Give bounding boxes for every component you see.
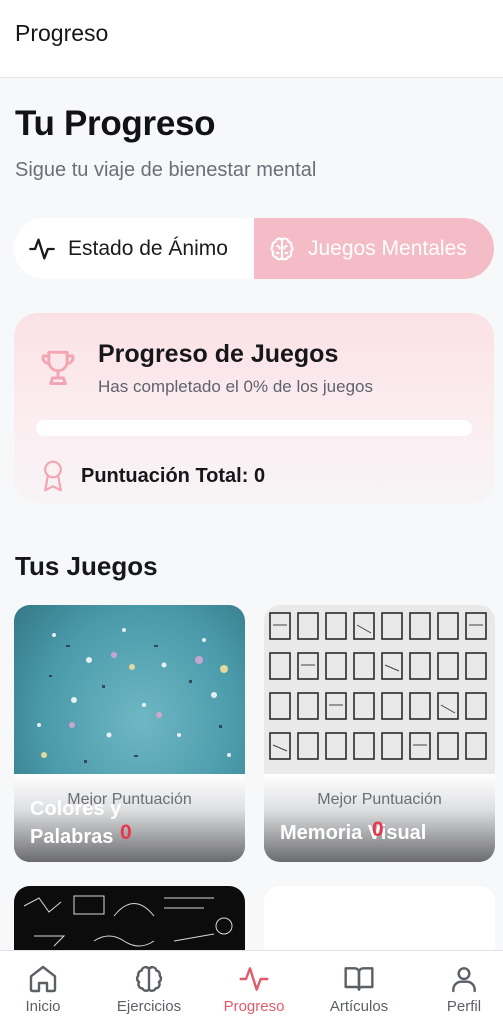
tab-label: Inicio: [25, 998, 61, 1015]
games-progress-bar: [36, 420, 472, 436]
chalkboard-image: [23, 895, 233, 947]
activity-icon: [239, 967, 269, 991]
top-bar: Progreso: [0, 0, 503, 78]
sketch-grid-image: [269, 612, 487, 760]
home-icon: [29, 965, 57, 993]
view-segmented-control: Estado de Ánimo Juegos Mentales: [14, 218, 494, 279]
tab-progreso[interactable]: Progreso: [204, 951, 304, 1024]
games-section-title: Tus Juegos: [15, 551, 158, 581]
game-name: Memoria Visual: [280, 822, 427, 844]
confetti-image: [37, 628, 231, 763]
medal-icon: [44, 460, 62, 492]
best-score-value: 0: [372, 818, 384, 841]
tab-label: Artículos: [329, 998, 389, 1015]
tab-label: Perfil: [446, 998, 482, 1015]
tab-perfil[interactable]: Perfil: [414, 951, 503, 1024]
tab-label: Ejercicios: [116, 998, 182, 1015]
game-name: Colores y Palabras: [30, 798, 122, 848]
tab-mind-games[interactable]: Juegos Mentales: [254, 218, 494, 279]
games-progress-subtitle: Has completado el 0% de los juegos: [98, 377, 373, 396]
brain-icon: [270, 237, 294, 260]
best-score-value: 0: [120, 821, 132, 844]
user-icon: [452, 967, 476, 993]
total-score: Puntuación Total: 0: [81, 465, 266, 487]
tab-ejercicios[interactable]: Ejercicios: [99, 951, 199, 1024]
bottom-tab-bar: Inicio Ejercicios Progreso Artículos Per…: [0, 950, 503, 1024]
activity-icon: [29, 238, 55, 259]
tab-articulos[interactable]: Artículos: [309, 951, 409, 1024]
tab-mood-label: Estado de Ánimo: [68, 236, 228, 260]
game-card-colors-words[interactable]: Mejor Puntuación Colores y Palabras 0: [14, 605, 245, 862]
page-title: Tu Progreso: [15, 104, 216, 143]
game-card-partial-3[interactable]: [14, 886, 245, 956]
tab-inicio[interactable]: Inicio: [0, 951, 93, 1024]
book-icon: [344, 967, 374, 991]
tab-mind-games-label: Juegos Mentales: [308, 236, 467, 260]
tab-mood[interactable]: Estado de Ánimo: [14, 218, 254, 279]
game-card-partial-4[interactable]: [264, 886, 495, 956]
game-card-visual-memory[interactable]: Mejor Puntuación Memoria Visual 0: [264, 605, 495, 862]
topbar-title: Progreso: [15, 20, 109, 46]
games-progress-title: Progreso de Juegos: [98, 340, 339, 368]
best-score-label: Mejor Puntuación: [317, 791, 442, 808]
games-progress-card: Progreso de Juegos Has completado el 0% …: [14, 313, 494, 503]
tab-label: Progreso: [223, 998, 285, 1015]
trophy-icon: [41, 350, 75, 385]
brain-icon: [135, 966, 163, 992]
page-subtitle: Sigue tu viaje de bienestar mental: [15, 159, 317, 181]
